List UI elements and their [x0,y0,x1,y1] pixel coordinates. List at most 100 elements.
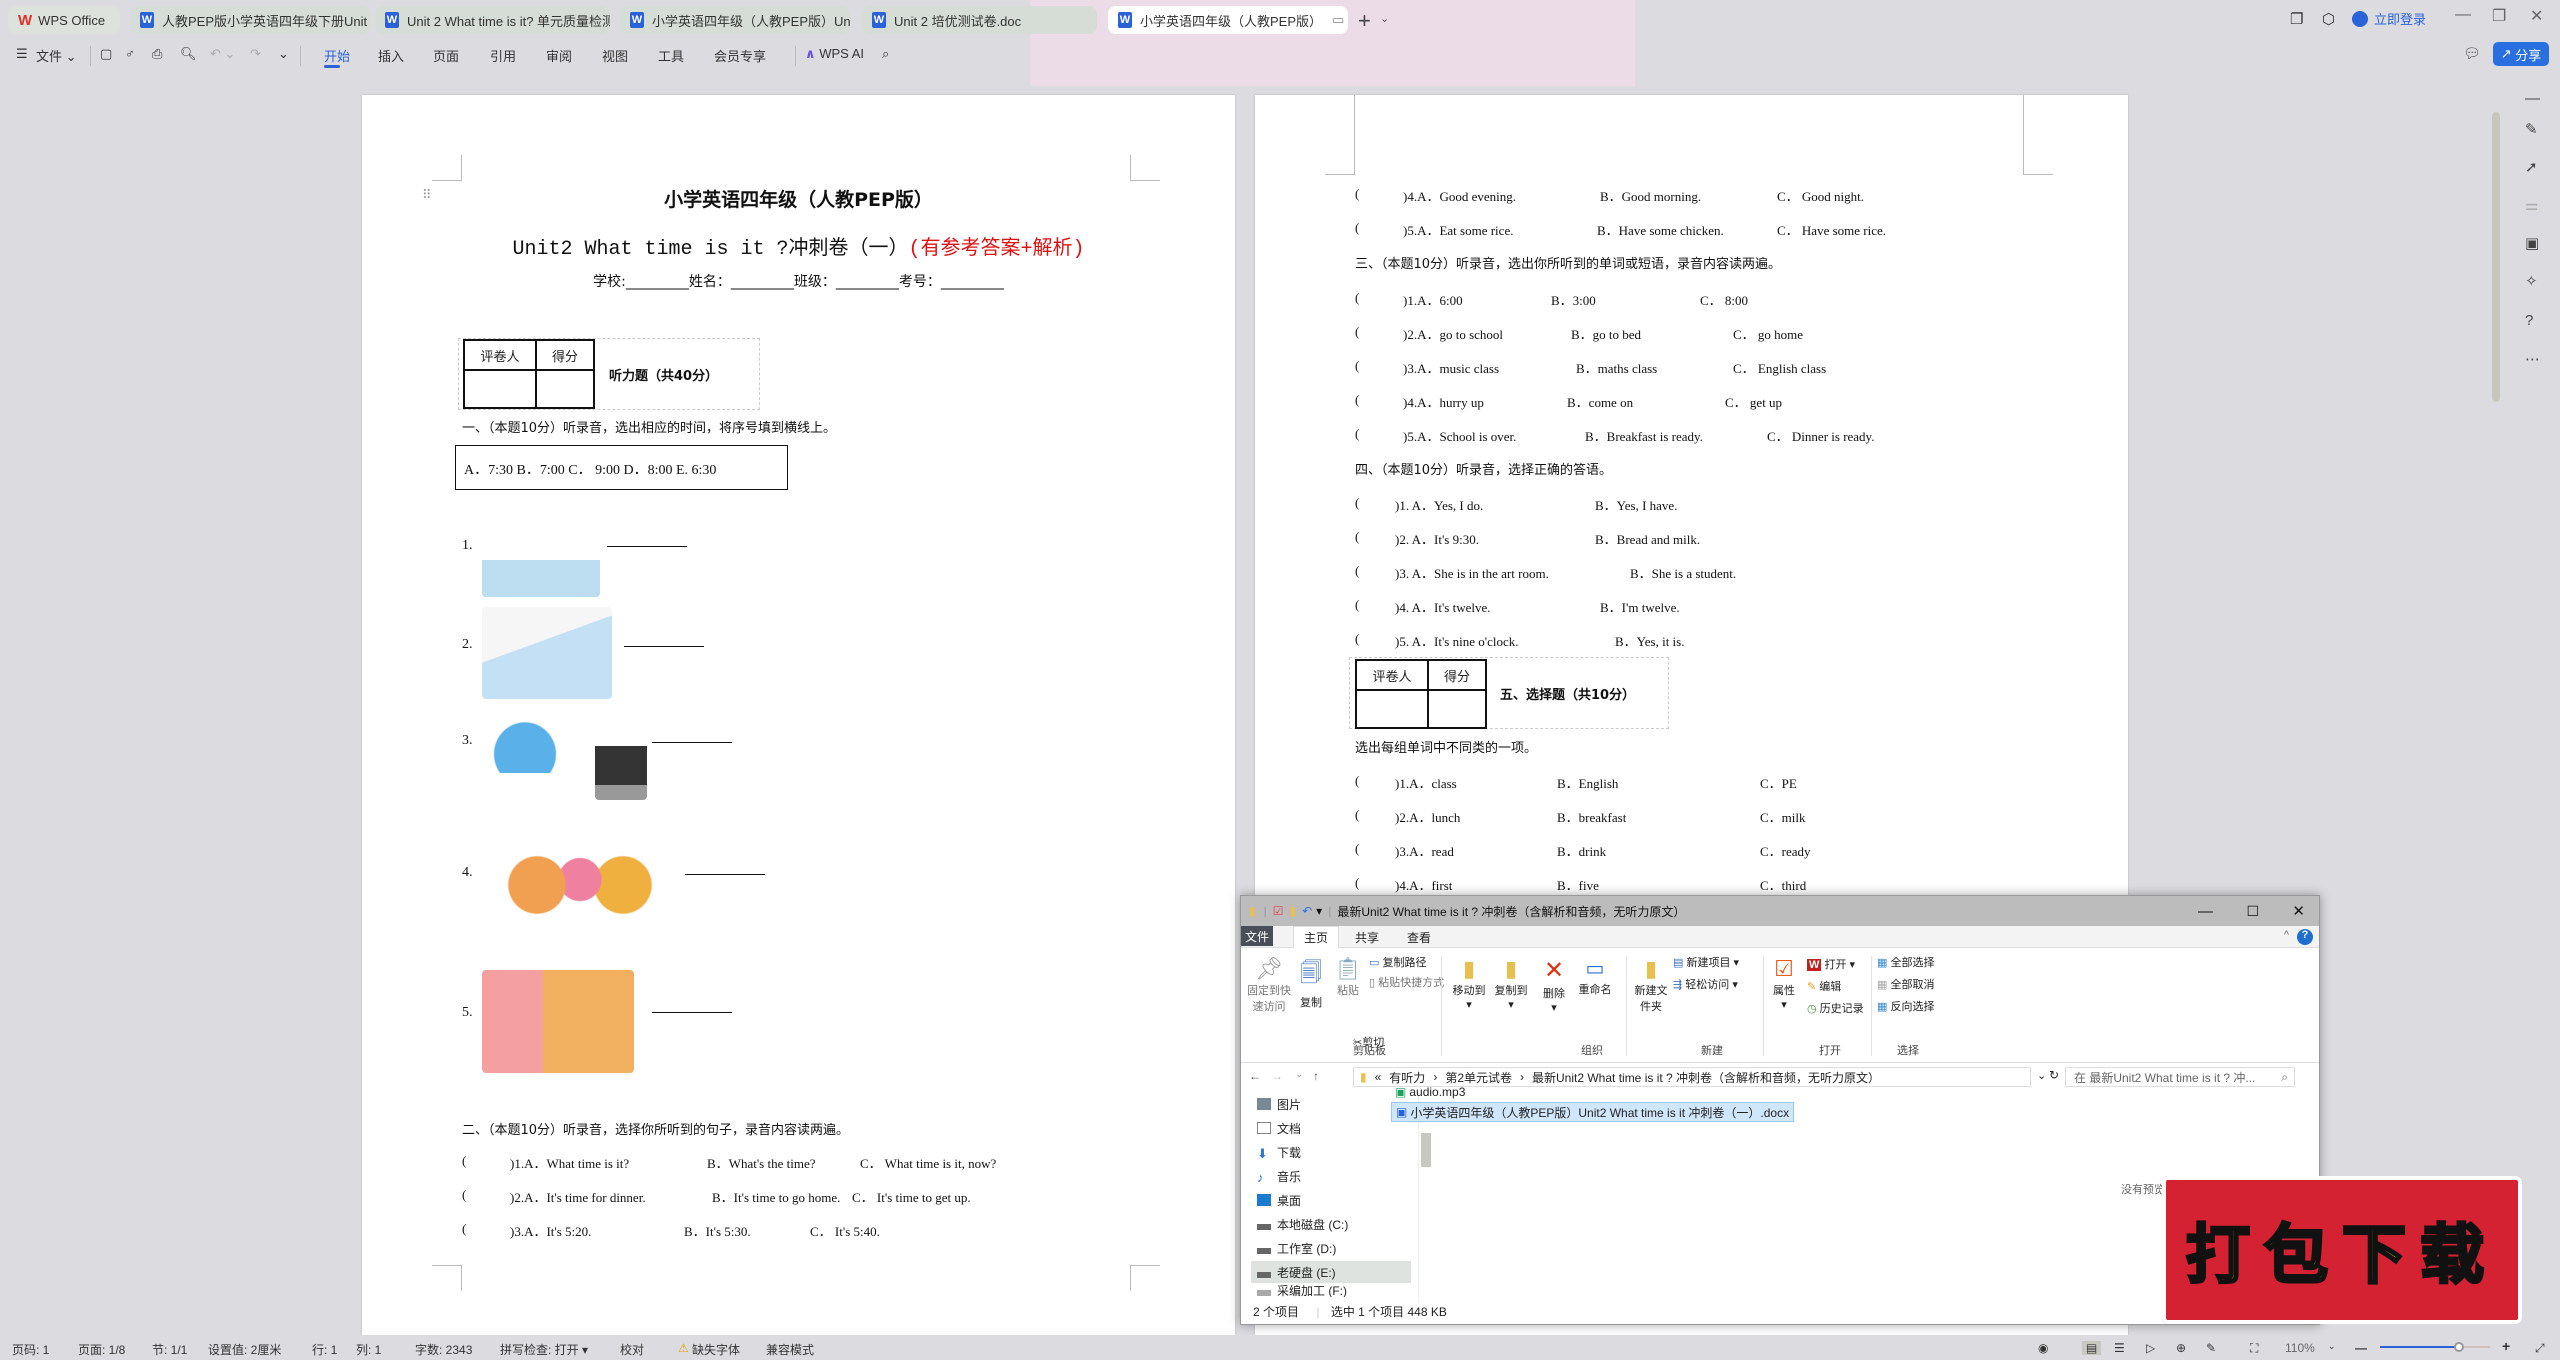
answer-paren[interactable]: ( [1355,358,1359,373]
play-icon[interactable]: ▷ [2146,1341,2155,1355]
word-count[interactable]: 字数: 2343 [415,1341,472,1358]
file-menu[interactable]: 文件 ⌄ [36,46,77,65]
proofread-button[interactable]: 校对 [620,1341,644,1358]
recent-chevron-icon[interactable]: ⌄ [1295,1069,1303,1080]
magic-tool-icon[interactable]: ✧ [2525,272,2538,290]
answer-blank[interactable] [652,731,732,743]
wps-ai-button[interactable]: ∧ WPS AI [805,46,864,62]
answer-paren[interactable]: ( [1355,186,1359,201]
page-indicator[interactable]: 页面: 1/8 [78,1341,125,1358]
login-button[interactable]: 立即登录 [2352,9,2426,28]
answer-paren[interactable]: ( [462,1221,466,1236]
copy-to-button[interactable]: ▮ 复制到 ▾ [1491,956,1531,1011]
answer-paren[interactable]: ( [1355,392,1359,407]
answer-paren[interactable]: ( [1355,426,1359,441]
up-arrow-icon[interactable]: ↑ [1313,1069,1319,1083]
open-button[interactable]: W 打开 ▾ [1807,956,1855,972]
ribbon-tab-home[interactable]: 主页 [1293,926,1340,948]
reviewer-cell[interactable] [463,369,537,409]
multi-window-icon[interactable]: ❐ [2290,10,2303,28]
window-icon[interactable]: ▭ [1332,12,1344,28]
help-icon[interactable]: ? [2525,312,2533,329]
back-arrow-icon[interactable]: ← [1249,1069,1261,1083]
outline-view-icon[interactable]: ☰ [2114,1341,2125,1355]
close-window-button[interactable]: ✕ [2530,6,2543,26]
properties-quick-icon[interactable]: ☑ [1273,904,1284,918]
answer-paren[interactable]: ( [1355,290,1359,305]
more-icon[interactable]: ⋯ [2525,350,2540,368]
new-folder-button[interactable]: ▮ 新建文件夹 [1633,956,1669,1014]
address-dropdown-icon[interactable]: ⌄ [2037,1069,2046,1082]
minimize-button[interactable]: — [2455,6,2471,24]
nav-item-documents[interactable]: 文档 [1251,1117,1411,1139]
search-icon[interactable]: ⌕ [882,46,889,62]
new-folder-quick-icon[interactable]: ▮ [1290,904,1297,918]
pin-quick-access-button[interactable]: 📌︎ 固定到快速访问 [1247,956,1291,1014]
hamburger-icon[interactable]: ☰ [16,46,28,62]
properties-button[interactable]: ☑ 属性 ▾ [1769,956,1799,1011]
nav-item-drive-e[interactable]: 老硬盘 (E:) [1251,1261,1411,1283]
page-view-icon[interactable]: ▤ [2082,1341,2102,1355]
nav-item-pictures[interactable]: 图片 [1251,1093,1411,1115]
menu-insert[interactable]: 插入 [378,46,404,65]
invert-selection-button[interactable]: ▦ 反向选择 [1877,998,1934,1014]
menu-view[interactable]: 视图 [602,46,628,65]
tab-document-3[interactable]: W 小学英语四年级（人教PEP版）Unit2 [620,6,850,34]
reviewer-cell[interactable] [1355,689,1429,729]
menu-review[interactable]: 审阅 [546,46,572,65]
tab-list-chevron-icon[interactable]: ⌄ [1380,12,1389,25]
nav-scrollbar-thumb[interactable] [1421,1133,1431,1167]
edit-button[interactable]: ✎ 编辑 [1807,978,1841,994]
refresh-icon[interactable]: ↻ [2049,1068,2059,1082]
fullscreen-icon[interactable]: ⤢ [2535,1341,2545,1356]
answer-paren[interactable]: ( [1355,597,1359,612]
menu-home[interactable]: 开始 [324,46,350,65]
export-pdf-icon[interactable]: ♂ [125,46,135,61]
ribbon-tab-view[interactable]: 查看 [1397,926,1441,948]
answer-paren[interactable]: ( [462,1153,466,1168]
menu-page[interactable]: 页面 [433,46,459,65]
select-arrow-icon[interactable]: ➚ [2525,158,2538,176]
delete-button[interactable]: ✕ 删除 ▾ [1539,956,1569,1014]
menu-references[interactable]: 引用 [490,46,516,65]
restore-button[interactable]: ❐ [2492,6,2506,26]
forward-arrow-icon[interactable]: → [1271,1069,1283,1083]
paste-button[interactable]: 📋︎ 粘贴 [1333,956,1363,998]
comment-icon[interactable]: 💬︎ [2463,45,2481,62]
select-none-button[interactable]: ▦ 全部取消 [1877,976,1934,992]
copy-path-button[interactable]: ▭ 复制路径 [1369,954,1426,970]
score-cell[interactable] [1427,689,1487,729]
pen-icon[interactable]: ✎ [2525,120,2538,138]
answer-paren[interactable]: ( [1355,495,1359,510]
file-item-docx[interactable]: ▣ 小学英语四年级（人教PEP版）Unit2 What time is it 冲刺… [1391,1102,1795,1122]
answer-paren[interactable]: ( [1355,563,1359,578]
answer-blank[interactable] [607,535,687,547]
spell-check-toggle[interactable]: 拼写检查: 打开 ▾ [500,1341,588,1358]
answer-blank[interactable] [624,635,704,647]
zoom-dropdown-icon[interactable]: ⌄ [2328,1341,2336,1352]
collapse-icon[interactable]: — [2525,90,2540,107]
more-chevron-icon[interactable]: ⌄ [278,46,289,62]
save-icon[interactable]: ▢ [100,46,112,62]
help-icon[interactable]: ? [2297,929,2313,945]
answer-paren[interactable]: ( [1355,631,1359,646]
pen-mode-icon[interactable]: ✎ [2206,1341,2216,1355]
score-cell[interactable] [535,369,595,409]
answer-paren[interactable]: ( [1355,807,1359,822]
customize-toolbar-icon[interactable]: ▾ [1316,904,1322,918]
move-to-button[interactable]: ▮ 移动到 ▾ [1449,956,1489,1011]
zoom-slider-knob[interactable] [2454,1342,2465,1352]
answer-paren[interactable]: ( [1355,324,1359,339]
explorer-minimize-button[interactable]: — [2198,903,2213,920]
new-item-button[interactable]: ▤ 新建项目 ▾ [1673,954,1739,970]
menu-tools[interactable]: 工具 [658,46,684,65]
ribbon-tab-file[interactable]: 文件 [1241,926,1274,946]
file-item-audio[interactable]: ▣ audio.mp3 [1391,1082,1469,1102]
tab-document-2[interactable]: W Unit 2 What time is it? 单元质量检测 [375,6,610,34]
answer-blank[interactable] [652,1001,732,1013]
nav-item-downloads[interactable]: ⬇ 下载 [1251,1141,1411,1163]
tab-document-1[interactable]: W 人教PEP版小学英语四年级下册Unit 2 [130,6,370,34]
eye-protection-icon[interactable]: ◉ [2038,1341,2048,1355]
breadcrumb-item[interactable]: 最新Unit2 What time is it ? 冲刺卷（含解析和音频，无听力… [1532,1069,1880,1086]
nav-item-desktop[interactable]: 桌面 [1251,1189,1411,1211]
